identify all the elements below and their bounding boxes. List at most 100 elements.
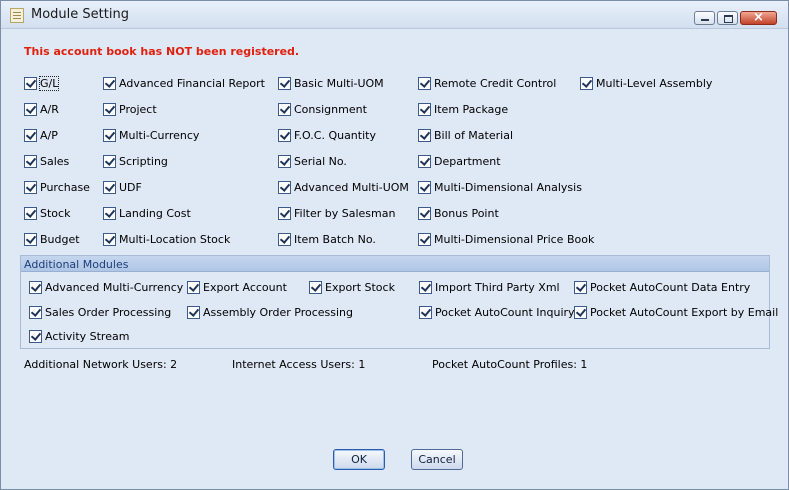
checkbox-checked-icon (418, 76, 431, 90)
module-checkbox-scripting[interactable]: Scripting (103, 153, 168, 169)
maximize-button[interactable] (717, 11, 738, 25)
module-checkbox-foc-quantity[interactable]: F.O.C. Quantity (278, 127, 376, 143)
module-checkbox-advanced-financial-report[interactable]: Advanced Financial Report (103, 75, 265, 91)
addon-checkbox-pocket-autocount-export-by-email[interactable]: Pocket AutoCount Export by Email (574, 304, 778, 320)
checkbox-checked-icon (309, 280, 322, 294)
addon-checkbox-export-account[interactable]: Export Account (187, 279, 287, 295)
addon-label: Sales Order Processing (45, 305, 172, 319)
module-checkbox-ar[interactable]: A/R (24, 101, 59, 117)
checkbox-checked-icon (278, 232, 291, 246)
network-users-value: 2 (170, 358, 178, 371)
module-label: Item Batch No. (294, 232, 376, 246)
checkbox-checked-icon (574, 305, 587, 319)
module-checkbox-item-batch-no[interactable]: Item Batch No. (278, 231, 376, 247)
checkbox-checked-icon (29, 329, 42, 343)
close-button[interactable]: × (740, 10, 777, 25)
network-users-label: Additional Network Users: (24, 358, 167, 371)
addon-label: Assembly Order Processing (203, 305, 354, 319)
module-checkbox-bill-of-material[interactable]: Bill of Material (418, 127, 513, 143)
module-checkbox-stock[interactable]: Stock (24, 205, 70, 221)
module-label: Advanced Financial Report (119, 76, 265, 90)
addon-label: Advanced Multi-Currency (45, 280, 184, 294)
module-checkbox-multi-currency[interactable]: Multi-Currency (103, 127, 199, 143)
module-checkbox-gl[interactable]: G/L (24, 75, 60, 91)
addon-checkbox-import-third-party-xml[interactable]: Import Third Party Xml (419, 279, 560, 295)
module-label: UDF (119, 180, 142, 194)
module-label: Serial No. (294, 154, 347, 168)
addon-checkbox-advanced-multi-currency[interactable]: Advanced Multi-Currency (29, 279, 183, 295)
checkbox-checked-icon (419, 280, 432, 294)
module-checkbox-basic-multi-uom[interactable]: Basic Multi-UOM (278, 75, 384, 91)
checkbox-checked-icon (418, 102, 431, 116)
checkbox-checked-icon (580, 76, 593, 90)
module-label: A/R (40, 102, 59, 116)
module-label: Budget (40, 232, 80, 246)
checkbox-checked-icon (419, 305, 432, 319)
checkbox-checked-icon (278, 180, 291, 194)
ok-button[interactable]: OK (333, 449, 385, 470)
pocket-profiles-value: 1 (580, 358, 588, 371)
addon-label: Pocket AutoCount Inquiry (435, 305, 575, 319)
module-label: Bonus Point (434, 206, 499, 220)
title-bar[interactable]: Module Setting × (1, 1, 788, 29)
addon-checkbox-sales-order-processing[interactable]: Sales Order Processing (29, 304, 171, 320)
addon-checkbox-pocket-autocount-inquiry[interactable]: Pocket AutoCount Inquiry (419, 304, 575, 320)
checkbox-checked-icon (103, 206, 116, 220)
module-checkbox-udf[interactable]: UDF (103, 179, 142, 195)
module-label: Multi-Level Assembly (596, 76, 713, 90)
addon-checkbox-activity-stream[interactable]: Activity Stream (29, 328, 129, 344)
module-checkbox-consignment[interactable]: Consignment (278, 101, 367, 117)
checkbox-checked-icon (418, 128, 431, 142)
checkbox-checked-icon (103, 232, 116, 246)
module-checkbox-project[interactable]: Project (103, 101, 157, 117)
module-checkbox-multi-dimensional-price-book[interactable]: Multi-Dimensional Price Book (418, 231, 594, 247)
checkbox-checked-icon (24, 206, 37, 220)
module-label: Advanced Multi-UOM (294, 180, 409, 194)
module-label: A/P (40, 128, 58, 142)
module-label: Stock (40, 206, 71, 220)
module-label: F.O.C. Quantity (294, 128, 376, 142)
checkbox-checked-icon (103, 76, 116, 90)
registration-warning: This account book has NOT been registere… (24, 45, 300, 58)
checkbox-checked-icon (24, 180, 37, 194)
checkbox-checked-icon (278, 102, 291, 116)
module-checkbox-item-package[interactable]: Item Package (418, 101, 508, 117)
minimize-button[interactable] (694, 11, 715, 25)
addon-checkbox-export-stock[interactable]: Export Stock (309, 279, 395, 295)
addon-checkbox-pocket-autocount-data-entry[interactable]: Pocket AutoCount Data Entry (574, 279, 750, 295)
module-checkbox-filter-by-salesman[interactable]: Filter by Salesman (278, 205, 395, 221)
checkbox-checked-icon (103, 128, 116, 142)
module-checkbox-multi-dimensional-analysis[interactable]: Multi-Dimensional Analysis (418, 179, 582, 195)
module-checkbox-department[interactable]: Department (418, 153, 501, 169)
module-checkbox-purchase[interactable]: Purchase (24, 179, 90, 195)
module-checkbox-remote-credit-control[interactable]: Remote Credit Control (418, 75, 556, 91)
checkbox-checked-icon (103, 154, 116, 168)
additional-modules-group: Additional Modules Advanced Multi-Curren… (20, 255, 778, 349)
module-label: Multi-Dimensional Price Book (434, 232, 595, 246)
addon-checkbox-assembly-order-processing[interactable]: Assembly Order Processing (187, 304, 353, 320)
pocket-profiles-label: Pocket AutoCount Profiles: (432, 358, 577, 371)
module-checkbox-sales[interactable]: Sales (24, 153, 69, 169)
dialog-body: This account book has NOT been registere… (4, 30, 784, 487)
module-label: Purchase (40, 180, 90, 194)
cancel-button[interactable]: Cancel (411, 449, 463, 470)
module-checkbox-budget[interactable]: Budget (24, 231, 80, 247)
module-checkbox-ap[interactable]: A/P (24, 127, 58, 143)
checkbox-checked-icon (278, 76, 291, 90)
module-checkbox-landing-cost[interactable]: Landing Cost (103, 205, 191, 221)
checkbox-checked-icon (278, 128, 291, 142)
module-checkbox-serial-no[interactable]: Serial No. (278, 153, 347, 169)
module-checkbox-bonus-point[interactable]: Bonus Point (418, 205, 499, 221)
checkbox-checked-icon (24, 154, 37, 168)
module-checkbox-advanced-multi-uom[interactable]: Advanced Multi-UOM (278, 179, 409, 195)
checkbox-checked-icon (418, 232, 431, 246)
addon-label: Activity Stream (45, 329, 130, 343)
checkbox-checked-icon (278, 206, 291, 220)
additional-modules-title: Additional Modules (24, 258, 129, 271)
module-checkbox-multi-level-assembly[interactable]: Multi-Level Assembly (580, 75, 712, 91)
internet-users-stat: Internet Access Users: 1 (232, 358, 365, 371)
checkbox-checked-icon (574, 280, 587, 294)
module-label: Project (119, 102, 157, 116)
module-checkbox-multi-location-stock[interactable]: Multi-Location Stock (103, 231, 230, 247)
checkbox-checked-icon (29, 280, 42, 294)
